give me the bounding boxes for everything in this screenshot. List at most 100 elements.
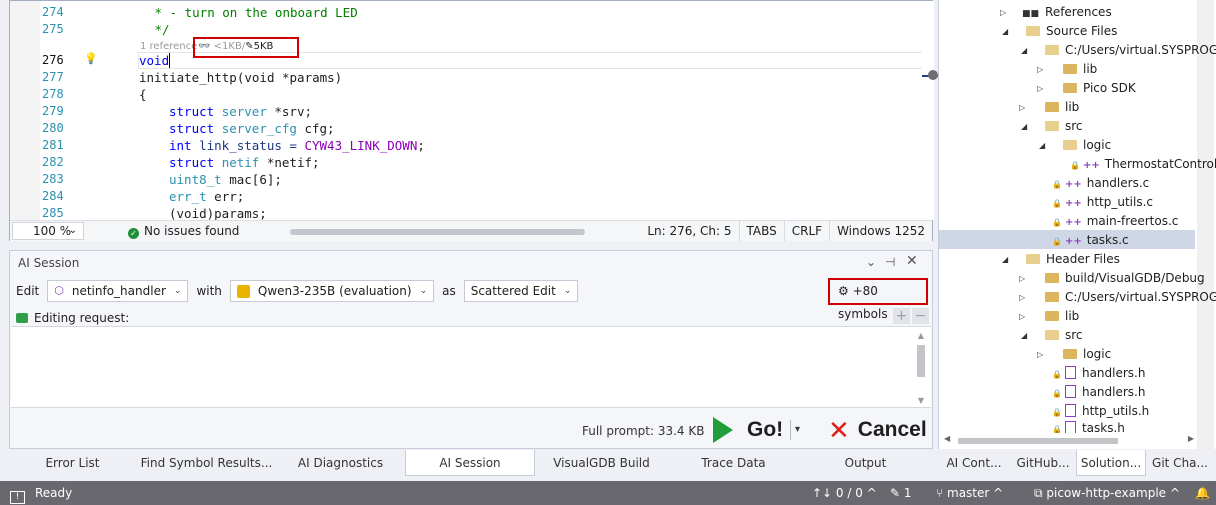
tree-item-src[interactable]: ◢ src [1021,326,1083,345]
collapse-icon[interactable]: ◢ [1002,22,1008,41]
line-number: 280 [42,121,64,135]
tree-item-logic[interactable]: ◢ logic [1039,136,1111,155]
scroll-right-icon[interactable]: ▶ [1188,434,1194,443]
chevron-down-icon[interactable]: ⌄ [866,255,876,269]
tab-ai-diagnostics[interactable]: AI Diagnostics [277,450,405,476]
bottom-tab-strip: Error List Find Symbol Results... AI Dia… [9,450,933,476]
lock-icon: 🔒 [1070,161,1080,170]
tab-solution[interactable]: Solution... [1076,450,1146,476]
tree-item-pico-sdk[interactable]: ▷ Pico SDK [1037,79,1136,98]
cursor-position[interactable]: Ln: 276, Ch: 5 [640,221,738,241]
scroll-thumb[interactable] [958,438,1118,444]
tree-item-tasks-h[interactable]: 🔒 tasks.h [1052,419,1125,433]
lock-icon: 🔒 [1052,218,1062,227]
tree-item-logic[interactable]: ▷ logic [1037,345,1111,364]
tree-item-handlers-h[interactable]: 🔒 handlers.h [1052,364,1145,383]
tree-item-header-files[interactable]: ◢ Header Files [1002,250,1120,269]
panel-title: AI Session [18,256,80,270]
repo-selector[interactable]: ⧉ picow-http-example ^ [1034,485,1180,501]
collapse-icon[interactable]: ◢ [1021,41,1027,60]
branch-selector[interactable]: ⑂ master ^ [936,485,1003,501]
edits-counter[interactable]: ✎ 1 [890,485,912,501]
go-button[interactable]: Go! [713,415,783,445]
tree-item-source-files[interactable]: ◢ Source Files [1002,22,1117,41]
tree-item-lib[interactable]: ▷ lib [1019,307,1079,326]
code-lens-sizes[interactable]: 👓 <1KB/✎5KB [198,41,273,53]
plus-icon[interactable]: + [893,308,910,324]
tree-item-main-freertos-c[interactable]: 🔒 ++ main-freertos.c [1052,212,1178,231]
zoom-dropdown[interactable]: 100 % ⌄ [12,222,84,240]
tab-visualgdb-build[interactable]: VisualGDB Build [535,450,669,476]
tab-github[interactable]: GitHub... [1010,450,1076,476]
collapse-icon[interactable]: ◢ [1039,136,1045,155]
scroll-up-icon[interactable]: ▲ [915,331,927,340]
git-changes-counter[interactable]: ↑↓ 0 / 0 ^ [812,485,877,501]
solution-horizontal-scrollbar[interactable]: ◀ ▶ [944,434,1194,448]
editing-request-text: Editing request: [34,311,130,325]
collapse-icon[interactable]: ◢ [1021,117,1027,136]
code-editor[interactable]: 274 275 276 277 278 279 280 281 282 283 … [9,0,944,241]
minus-icon[interactable]: − [912,308,929,324]
tree-item-tasks-c[interactable]: 🔒 ++ tasks.c [1052,231,1129,250]
tree-item-src[interactable]: ◢ src [1021,117,1083,136]
tree-item-lib[interactable]: ▷ lib [1019,98,1079,117]
scroll-thumb[interactable] [917,345,925,377]
file-encoding[interactable]: Windows 1252 [829,221,932,241]
code-area[interactable]: * - turn on the onboard LED */ void init… [102,1,922,221]
collapse-icon[interactable]: ◢ [1002,250,1008,269]
model-dropdown[interactable]: Qwen3-235B (evaluation) ⌄ [229,280,435,302]
tree-item-http-utils-c[interactable]: 🔒 ++ http_utils.c [1052,193,1153,212]
code-lens-references[interactable]: 1 reference [140,41,197,53]
scroll-left-icon[interactable]: ◀ [944,434,950,443]
editor-horizontal-scrollbar[interactable] [290,229,585,235]
editor-vertical-scrollbar[interactable] [922,1,934,220]
tree-item-users-path[interactable]: ◢ C:/Users/virtual.SYSPROG [1021,41,1216,60]
tree-item-handlers-h[interactable]: 🔒 handlers.h [1052,383,1145,402]
line-ending[interactable]: CRLF [783,221,829,241]
bell-icon[interactable]: 🔔 [1195,485,1210,501]
expand-icon[interactable]: ▷ [1019,288,1025,307]
cancel-button[interactable]: ✕ Cancel [828,415,927,445]
issues-indicator[interactable]: ✓ No issues found [128,223,239,239]
edit-mode-dropdown[interactable]: Scattered Edit ⌄ [463,280,579,302]
lock-icon: 🔒 [1052,370,1062,379]
tab-error-list[interactable]: Error List [9,450,137,476]
expand-icon[interactable]: ▷ [1000,3,1006,22]
go-dropdown-arrow[interactable]: ▾ [790,420,804,440]
tab-find-symbol-results[interactable]: Find Symbol Results... [137,450,277,476]
tree-item-references[interactable]: ▷ ■■ References [1000,3,1112,22]
code-line: initiate_http(void *params) [139,69,342,86]
pin-icon[interactable]: ⊣ [885,255,895,269]
expand-icon[interactable]: ▷ [1037,345,1043,364]
solution-vertical-scrollbar[interactable] [1197,0,1214,449]
scroll-dot-icon[interactable] [928,70,938,80]
expand-icon[interactable]: ▷ [1019,98,1025,117]
code-line: struct server_cfg cfg; [169,120,335,137]
code-token: ; [417,138,425,153]
scroll-down-icon[interactable]: ▼ [915,396,927,405]
expand-icon[interactable]: ▷ [1019,307,1025,326]
tab-trace-data[interactable]: Trace Data [669,450,799,476]
tab-git-changes[interactable]: Git Cha... [1146,450,1214,476]
close-icon[interactable]: ✕ [906,253,918,269]
expand-icon[interactable]: ▷ [1019,269,1025,288]
symbols-button[interactable]: ⚙ +80 symbols [828,278,928,321]
expand-icon[interactable]: ▷ [1037,79,1043,98]
tree-item-build-debug[interactable]: ▷ build/VisualGDB/Debug [1019,269,1205,288]
collapse-icon[interactable]: ◢ [1021,326,1027,345]
tab-output[interactable]: Output [799,450,933,476]
tab-ai-context[interactable]: AI Cont... [938,450,1010,476]
tab-ai-session[interactable]: AI Session [405,450,535,476]
request-scrollbar[interactable]: ▲ ▼ [915,331,927,405]
expand-icon[interactable]: ▷ [1037,60,1043,79]
tree-label: handlers.h [1081,385,1146,399]
request-textarea[interactable]: ▲ ▼ [11,326,931,408]
tree-item-lib[interactable]: ▷ lib [1037,60,1097,79]
tree-item-thermostat[interactable]: 🔒++ ThermostatController [1070,155,1216,174]
tree-item-handlers-c[interactable]: 🔒 ++ handlers.c [1052,174,1149,193]
symbol-dropdown[interactable]: ⬡ netinfo_handler ⌄ [47,280,189,302]
tree-item-users-path[interactable]: ▷ C:/Users/virtual.SYSPROG [1019,288,1216,307]
lightbulb-icon[interactable]: 💡 [84,52,98,66]
header-file-icon [1064,421,1076,433]
indent-mode[interactable]: TABS [738,221,784,241]
